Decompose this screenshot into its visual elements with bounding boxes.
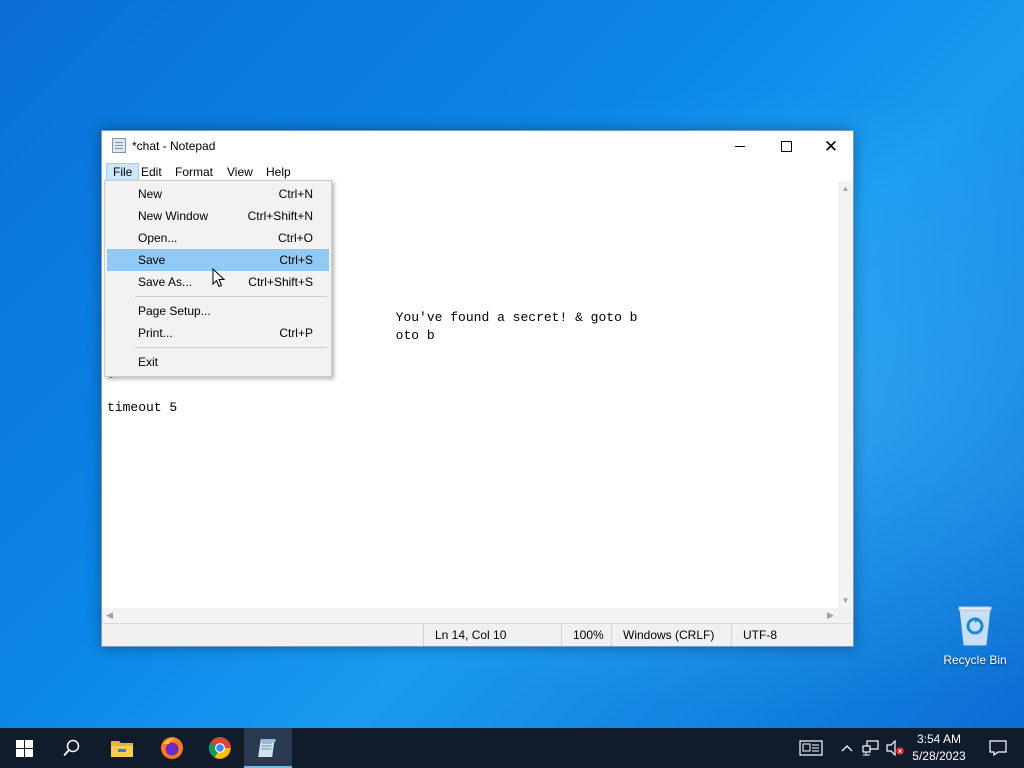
recycle-bin[interactable]: Recycle Bin: [940, 600, 1010, 672]
scroll-left-icon[interactable]: ◀: [102, 608, 117, 623]
scroll-down-icon[interactable]: ▼: [838, 593, 853, 608]
taskbar-file-explorer[interactable]: [98, 728, 146, 768]
taskbar-notepad[interactable]: [244, 728, 292, 768]
menu-separator: [135, 296, 327, 297]
scroll-up-icon[interactable]: ▲: [838, 181, 853, 196]
notepad-icon: [112, 138, 126, 153]
close-icon: ✕: [823, 136, 839, 156]
clock-time: 3:54 AM: [916, 732, 962, 746]
menu-item-print[interactable]: Print... Ctrl+P: [107, 322, 329, 344]
zoom-level: 100%: [561, 624, 611, 646]
status-bar: Ln 14, Col 10 100% Windows (CRLF) UTF-8: [102, 623, 853, 646]
clock-date: 5/28/2023: [912, 749, 966, 763]
network-icon: [862, 740, 879, 756]
taskbar-chrome[interactable]: [196, 728, 244, 768]
recycle-bin-label: Recycle Bin: [943, 653, 1007, 667]
menu-edit[interactable]: Edit: [135, 163, 168, 181]
encoding: UTF-8: [731, 624, 853, 646]
scroll-corner: [838, 608, 853, 623]
close-button[interactable]: ✕: [808, 131, 854, 161]
menu-item-new[interactable]: New Ctrl+N: [107, 183, 329, 205]
menu-item-open[interactable]: Open... Ctrl+O: [107, 227, 329, 249]
news-widget-button[interactable]: [796, 728, 826, 768]
menu-separator: [135, 347, 327, 348]
maximize-button[interactable]: [763, 131, 809, 161]
menu-bar: File Edit Format View Help: [102, 161, 853, 181]
menu-format[interactable]: Format: [169, 163, 219, 181]
volume-button[interactable]: [884, 728, 906, 768]
notification-icon: [989, 740, 1007, 756]
menu-help[interactable]: Help: [260, 163, 297, 181]
network-button[interactable]: [860, 728, 882, 768]
news-icon: [799, 740, 823, 756]
taskbar-clock[interactable]: 3:54 AM 5/28/2023: [906, 731, 972, 765]
search-button[interactable]: [48, 728, 96, 768]
start-button[interactable]: [0, 728, 48, 768]
show-hidden-icons-button[interactable]: [838, 728, 856, 768]
menu-item-new-window[interactable]: New Window Ctrl+Shift+N: [107, 205, 329, 227]
chevron-up-icon: [841, 745, 853, 752]
chrome-icon: [209, 737, 231, 759]
notepad-icon: [258, 739, 276, 757]
cursor-position: Ln 14, Col 10: [423, 624, 561, 646]
taskbar: 3:54 AM 5/28/2023: [0, 728, 1024, 768]
volume-muted-icon: [886, 740, 904, 756]
vertical-scrollbar[interactable]: ▲ ▼: [838, 181, 853, 608]
minimize-icon: [735, 145, 745, 147]
window-title: *chat - Notepad: [132, 139, 216, 153]
search-icon: [63, 739, 80, 757]
maximize-icon: [780, 140, 792, 152]
folder-icon: [111, 741, 133, 757]
horizontal-scrollbar[interactable]: ◀ ▶: [102, 608, 838, 623]
windows-logo-icon: [15, 739, 33, 757]
taskbar-firefox[interactable]: [148, 728, 196, 768]
menu-view[interactable]: View: [221, 163, 259, 181]
minimize-button[interactable]: [717, 131, 763, 161]
title-bar[interactable]: *chat - Notepad ✕: [102, 131, 853, 161]
menu-item-exit[interactable]: Exit: [107, 351, 329, 373]
notification-center-button[interactable]: [978, 728, 1018, 768]
scroll-right-icon[interactable]: ▶: [823, 608, 838, 623]
firefox-icon: [161, 737, 183, 759]
menu-item-page-setup[interactable]: Page Setup...: [107, 300, 329, 322]
line-ending: Windows (CRLF): [611, 624, 731, 646]
mouse-cursor-icon: [212, 268, 226, 288]
recycle-bin-icon: [958, 606, 992, 646]
